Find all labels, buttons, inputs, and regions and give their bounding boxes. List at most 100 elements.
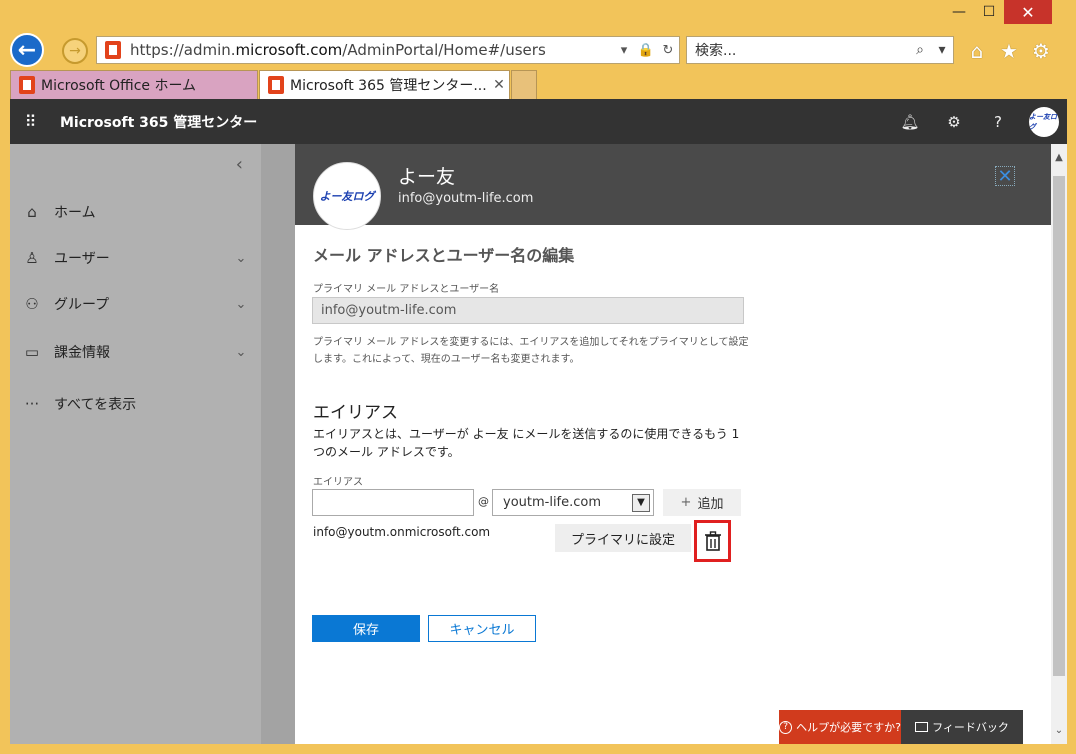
nav-item-users[interactable]: ♙ ユーザー ⌄ bbox=[10, 242, 261, 274]
browser-window: — ☐ ✕ ← → https://admin.microsoft.com/Ad… bbox=[0, 0, 1076, 754]
browser-tools: ⌂ ★ ⚙ bbox=[964, 38, 1054, 64]
office-logo-icon bbox=[19, 76, 35, 94]
feedback-label: フィードバック bbox=[932, 721, 1009, 734]
arrow-right-icon: → bbox=[69, 43, 81, 59]
add-alias-button[interactable]: + 追加 bbox=[663, 489, 741, 516]
nav-label: 課金情報 bbox=[54, 345, 110, 361]
alias-input[interactable] bbox=[312, 489, 474, 516]
alias-description: エイリアスとは、ユーザーが よー友 にメールを送信するのに使用できるもう 1 つ… bbox=[313, 427, 740, 459]
home-icon: ⌂ bbox=[27, 203, 37, 221]
search-input[interactable]: 検索... bbox=[695, 40, 909, 60]
billing-icon: ▭ bbox=[24, 343, 40, 361]
help-label: ヘルプが必要ですか? bbox=[796, 721, 901, 734]
scroll-down-icon[interactable]: ⌄ bbox=[1051, 725, 1067, 736]
dropdown-icon[interactable]: ▾ bbox=[613, 43, 635, 58]
section-title: メール アドレスとユーザー名の編集 bbox=[313, 246, 575, 265]
nav-item-billing[interactable]: ▭ 課金情報 ⌄ bbox=[10, 336, 261, 368]
search-box[interactable]: 検索... ⌕ ▾ bbox=[686, 36, 954, 64]
collapse-nav-icon[interactable]: ‹ bbox=[236, 154, 243, 175]
address-row: ← → https://admin.microsoft.com/AdminPor… bbox=[0, 30, 1076, 70]
settings-gear-icon[interactable]: ⚙ bbox=[1028, 38, 1054, 64]
set-primary-button[interactable]: プライマリに設定 bbox=[555, 524, 691, 552]
user-avatar: よー友ログ bbox=[313, 162, 381, 230]
panel-header: よー友 info@youtm-life.com ✕ bbox=[295, 144, 1051, 225]
office-favicon-icon bbox=[102, 39, 124, 61]
alias-field-label: エイリアス bbox=[313, 477, 363, 488]
chevron-down-icon[interactable]: ⌄ bbox=[221, 297, 261, 312]
app-launcher-icon[interactable]: ⠿ bbox=[10, 112, 50, 131]
search-dropdown-icon[interactable]: ▾ bbox=[931, 42, 953, 58]
settings-icon[interactable]: ⚙ bbox=[941, 113, 967, 131]
office-logo-icon bbox=[268, 76, 284, 94]
refresh-icon[interactable]: ↻ bbox=[657, 43, 679, 58]
cancel-button[interactable]: キャンセル bbox=[428, 615, 536, 642]
user-display-name: よー友 bbox=[398, 166, 456, 188]
scroll-thumb[interactable] bbox=[1053, 176, 1065, 676]
primary-email-field: info@youtm-life.com bbox=[312, 297, 744, 324]
search-icon[interactable]: ⌕ bbox=[909, 42, 931, 58]
panel-scrollbar[interactable]: ▲ ⌄ bbox=[1051, 144, 1067, 744]
window-controls: — ☐ ✕ bbox=[944, 0, 1052, 30]
help-icon[interactable]: ? bbox=[985, 113, 1011, 131]
nav-label: グループ bbox=[54, 297, 110, 313]
page-background bbox=[261, 144, 295, 744]
tab-strip: Microsoft Office ホーム Microsoft 365 管理センタ… bbox=[0, 70, 1076, 99]
close-panel-button[interactable]: ✕ bbox=[995, 165, 1015, 187]
at-sign: @ bbox=[478, 495, 489, 508]
arrow-left-icon: ← bbox=[17, 37, 37, 63]
app-header: ⠿ Microsoft 365 管理センター 🔔︎ ⚙ ? よー友ログ bbox=[10, 99, 1067, 144]
chevron-down-icon[interactable]: ⌄ bbox=[221, 345, 261, 360]
help-needed-button[interactable]: ? ヘルプが必要ですか? bbox=[779, 710, 901, 744]
minimize-button[interactable]: — bbox=[944, 0, 974, 24]
tab-label: Microsoft Office ホーム bbox=[41, 78, 197, 94]
primary-email-label: プライマリ メール アドレスとユーザー名 bbox=[313, 284, 500, 295]
close-icon: ✕ bbox=[997, 165, 1013, 187]
account-avatar[interactable]: よー友ログ bbox=[1029, 106, 1059, 137]
maximize-button[interactable]: ☐ bbox=[974, 0, 1004, 24]
user-email: info@youtm-life.com bbox=[398, 191, 534, 206]
delete-alias-button[interactable] bbox=[694, 520, 731, 562]
tab-admin-center[interactable]: Microsoft 365 管理センター... ✕ bbox=[259, 70, 510, 99]
window-close-button[interactable]: ✕ bbox=[1004, 0, 1052, 24]
url-text[interactable]: https://admin.microsoft.com/AdminPortal/… bbox=[130, 41, 613, 59]
alias-heading: エイリアス bbox=[313, 403, 398, 423]
nav-label: ホーム bbox=[54, 205, 96, 221]
left-nav: ‹ ⌂ ホーム ♙ ユーザー ⌄ ⚇ グループ ⌄ ▭ 課金情報 ⌄ ··· す… bbox=[10, 144, 261, 744]
add-alias-label: 追加 bbox=[697, 497, 724, 512]
domain-value: youtm-life.com bbox=[503, 495, 602, 510]
bell-icon[interactable]: 🔔︎ bbox=[897, 113, 923, 131]
tab-label: Microsoft 365 管理センター... bbox=[290, 78, 487, 94]
tab-close-icon[interactable]: ✕ bbox=[489, 77, 509, 93]
forward-button[interactable]: → bbox=[62, 38, 88, 64]
user-icon: ♙ bbox=[25, 249, 39, 267]
header-actions: 🔔︎ ⚙ ? よー友ログ bbox=[897, 99, 1059, 144]
edit-user-panel: よー友 info@youtm-life.com ✕ よー友ログ メール アドレス… bbox=[295, 144, 1051, 744]
plus-icon: + bbox=[680, 495, 692, 510]
favorites-star-icon[interactable]: ★ bbox=[996, 38, 1022, 64]
nav-label: ユーザー bbox=[54, 251, 110, 267]
group-icon: ⚇ bbox=[25, 295, 39, 313]
domain-select[interactable]: youtm-life.com ▼ bbox=[492, 489, 654, 516]
nav-item-groups[interactable]: ⚇ グループ ⌄ bbox=[10, 288, 261, 320]
tab-office-home[interactable]: Microsoft Office ホーム bbox=[10, 70, 258, 99]
chevron-down-icon[interactable]: ▼ bbox=[632, 493, 650, 512]
back-button[interactable]: ← bbox=[10, 33, 44, 67]
chevron-down-icon[interactable]: ⌄ bbox=[221, 251, 261, 266]
nav-label: すべてを表示 bbox=[54, 397, 137, 413]
feedback-button[interactable]: フィードバック bbox=[901, 710, 1023, 744]
home-button-icon[interactable]: ⌂ bbox=[964, 38, 990, 64]
lock-icon[interactable]: 🔒 bbox=[635, 43, 657, 58]
nav-item-show-all[interactable]: ··· すべてを表示 bbox=[10, 388, 261, 420]
trash-icon bbox=[704, 531, 721, 551]
existing-alias: info@youtm.onmicrosoft.com bbox=[313, 525, 491, 539]
question-icon: ? bbox=[779, 720, 793, 734]
primary-help-text: プライマリ メール アドレスを変更するには、エイリアスを追加してそれをプライマリ… bbox=[313, 337, 749, 365]
new-tab-button[interactable] bbox=[511, 70, 537, 99]
comment-icon bbox=[915, 722, 929, 732]
nav-item-home[interactable]: ⌂ ホーム bbox=[10, 196, 261, 228]
address-bar[interactable]: https://admin.microsoft.com/AdminPortal/… bbox=[96, 36, 680, 64]
scroll-up-icon[interactable]: ▲ bbox=[1051, 152, 1067, 163]
save-button[interactable]: 保存 bbox=[312, 615, 420, 642]
app-title[interactable]: Microsoft 365 管理センター bbox=[60, 112, 257, 132]
more-icon: ··· bbox=[24, 395, 40, 413]
